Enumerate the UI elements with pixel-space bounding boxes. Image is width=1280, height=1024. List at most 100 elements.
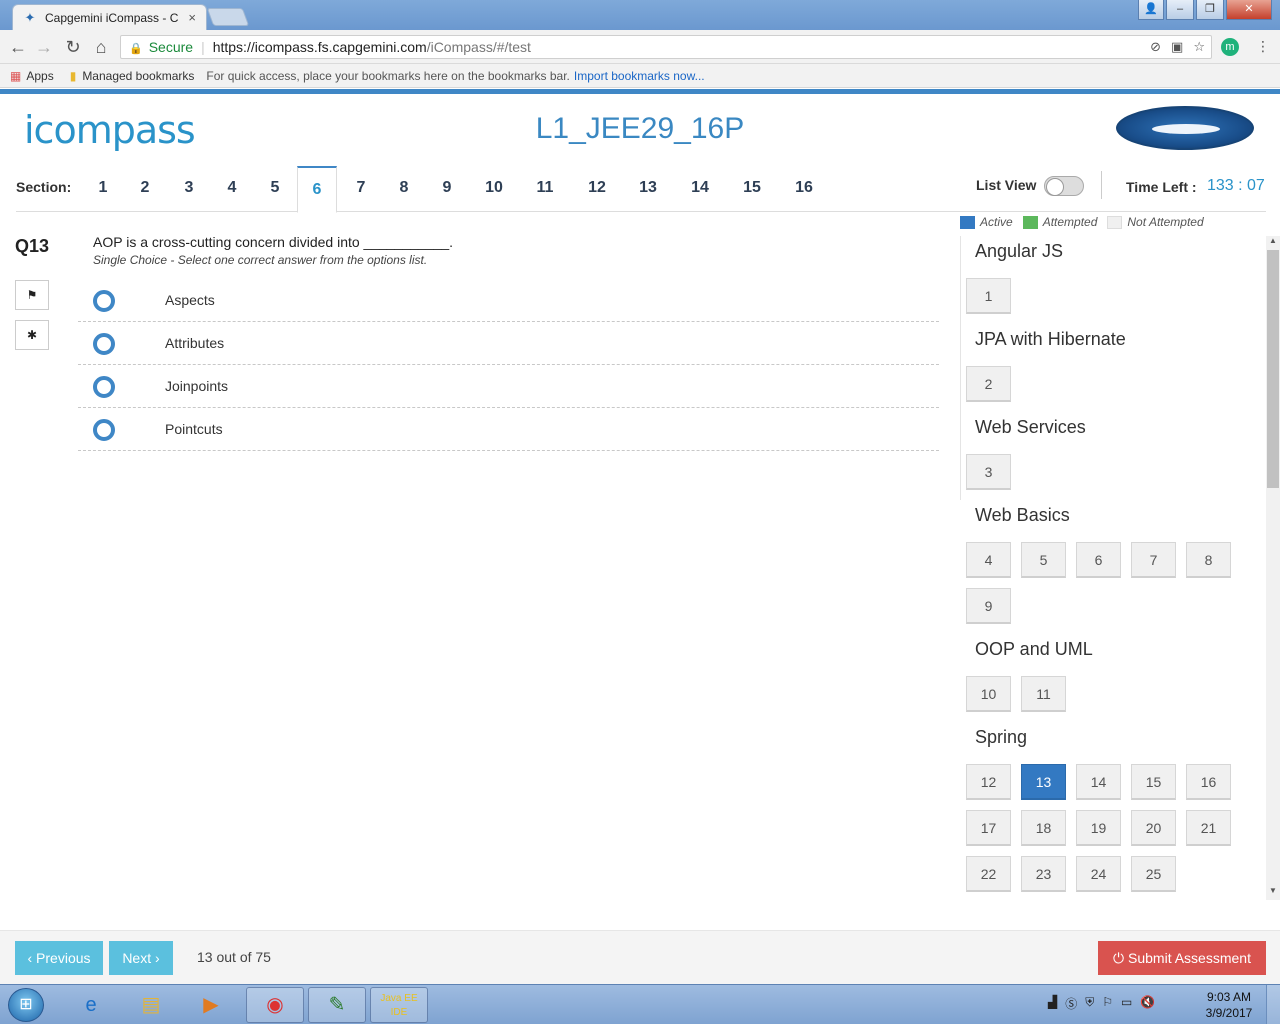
minimize-button[interactable]: – xyxy=(1166,0,1194,20)
home-icon[interactable]: ⌂ xyxy=(91,36,111,58)
previous-button[interactable]: ‹ Previous xyxy=(15,941,103,975)
question-nav-17[interactable]: 17 xyxy=(966,810,1011,846)
section-tab-13[interactable]: 13 xyxy=(628,166,668,212)
blocked-content-icon[interactable]: ▣ xyxy=(1171,36,1183,58)
apps-grid-icon[interactable]: ▦ xyxy=(10,69,21,83)
next-button[interactable]: Next › xyxy=(109,941,173,975)
question-nav-18[interactable]: 18 xyxy=(1021,810,1066,846)
section-tab-11[interactable]: 11 xyxy=(525,166,565,212)
internet-explorer-icon[interactable]: e xyxy=(62,987,120,1023)
question-nav-7[interactable]: 7 xyxy=(1131,542,1176,578)
bookmark-managed[interactable]: Managed bookmarks xyxy=(82,69,194,83)
notepad-plus-icon[interactable]: ✎ xyxy=(308,987,366,1023)
section-tab-8[interactable]: 8 xyxy=(389,166,419,212)
blocked-popup-icon[interactable]: ⊘ xyxy=(1150,36,1161,58)
flag-question-button[interactable]: ⚑ xyxy=(15,280,49,310)
section-tab-5[interactable]: 5 xyxy=(260,166,290,212)
browser-tab-active[interactable]: ✦ Capgemini iCompass - C × xyxy=(12,4,207,30)
scroll-up-arrow-icon[interactable]: ▲ xyxy=(1266,236,1280,248)
system-tray: ▟ Ⓢ ⛨ ⚐ ▭ 🔇 xyxy=(1048,995,1155,1012)
java-ee-ide-icon[interactable]: Java EE IDE xyxy=(370,987,428,1023)
section-tab-3[interactable]: 3 xyxy=(174,166,204,212)
question-nav-23[interactable]: 23 xyxy=(1021,856,1066,892)
question-nav-10[interactable]: 10 xyxy=(966,676,1011,712)
section-tab-6[interactable]: 6 xyxy=(297,166,337,213)
question-nav-1[interactable]: 1 xyxy=(966,278,1011,314)
profile-icon[interactable]: 👤 xyxy=(1138,0,1164,20)
section-tab-4[interactable]: 4 xyxy=(217,166,247,212)
kebab-menu-icon[interactable]: ⋮ xyxy=(1256,38,1270,55)
question-nav-12[interactable]: 12 xyxy=(966,764,1011,800)
question-nav-3[interactable]: 3 xyxy=(966,454,1011,490)
tab-close-icon[interactable]: × xyxy=(188,10,196,25)
address-bar[interactable]: 🔒 Secure | https://icompass.fs.capgemini.co… xyxy=(120,35,1212,59)
question-nav-8[interactable]: 8 xyxy=(1186,542,1231,578)
section-tab-10[interactable]: 10 xyxy=(474,166,514,212)
option-row[interactable]: Pointcuts xyxy=(78,408,939,451)
network-tray-icon[interactable]: ▟ xyxy=(1048,995,1057,1012)
section-tab-15[interactable]: 15 xyxy=(732,166,772,212)
section-tab-2[interactable]: 2 xyxy=(130,166,160,212)
media-player-icon[interactable]: ▶ xyxy=(182,987,240,1023)
security-tray-icon[interactable]: ⛨ xyxy=(1085,995,1094,1012)
omnibox-actions: ⊘ ▣ ☆ xyxy=(1150,36,1205,58)
question-nav-20[interactable]: 20 xyxy=(1131,810,1176,846)
option-radio[interactable] xyxy=(93,290,115,312)
close-window-button[interactable]: ✕ xyxy=(1226,0,1272,20)
section-tab-7[interactable]: 7 xyxy=(346,166,376,212)
section-tab-1[interactable]: 1 xyxy=(88,166,118,212)
section-tab-9[interactable]: 9 xyxy=(432,166,462,212)
url-path: /iCompass/#/test xyxy=(426,39,531,55)
skype-tray-icon[interactable]: Ⓢ xyxy=(1065,995,1077,1012)
question-nav-6[interactable]: 6 xyxy=(1076,542,1121,578)
section-tab-16[interactable]: 16 xyxy=(784,166,824,212)
power-icon: ⏻ xyxy=(1113,950,1129,966)
bookmark-star-icon[interactable]: ☆ xyxy=(1193,36,1205,58)
show-desktop-button[interactable] xyxy=(1266,985,1280,1024)
submit-assessment-button[interactable]: ⏻ Submit Assessment xyxy=(1098,941,1266,975)
option-row[interactable]: Attributes xyxy=(78,322,939,365)
question-nav-14[interactable]: 14 xyxy=(1076,764,1121,800)
option-row[interactable]: Aspects xyxy=(78,279,939,322)
extension-icon[interactable]: m xyxy=(1221,38,1239,56)
volume-muted-icon[interactable]: 🔇 xyxy=(1140,995,1155,1012)
file-explorer-icon[interactable]: ▤ xyxy=(122,987,180,1023)
reload-icon[interactable]: ↻ xyxy=(63,36,83,58)
maximize-button[interactable]: ❐ xyxy=(1196,0,1224,20)
start-button[interactable]: ⊞ xyxy=(8,988,44,1022)
question-nav-24[interactable]: 24 xyxy=(1076,856,1121,892)
list-view-toggle[interactable] xyxy=(1044,176,1084,196)
question-nav-15[interactable]: 15 xyxy=(1131,764,1176,800)
back-arrow-icon[interactable]: ← xyxy=(8,36,28,58)
question-nav-11[interactable]: 11 xyxy=(1021,676,1066,712)
flag-tray-icon[interactable]: ⚐ xyxy=(1102,995,1113,1012)
import-bookmarks-link[interactable]: Import bookmarks now... xyxy=(574,69,705,83)
option-radio[interactable] xyxy=(93,419,115,441)
scroll-down-arrow-icon[interactable]: ▼ xyxy=(1266,886,1280,898)
question-nav-19[interactable]: 19 xyxy=(1076,810,1121,846)
time-left-value: 133 : 07 xyxy=(1207,177,1265,194)
section-tab-14[interactable]: 14 xyxy=(680,166,720,212)
question-nav-4[interactable]: 4 xyxy=(966,542,1011,578)
display-tray-icon[interactable]: ▭ xyxy=(1121,995,1132,1012)
question-nav-16[interactable]: 16 xyxy=(1186,764,1231,800)
section-tab-12[interactable]: 12 xyxy=(577,166,617,212)
question-nav-22[interactable]: 22 xyxy=(966,856,1011,892)
report-bug-button[interactable]: ✱ xyxy=(15,320,49,350)
question-nav-13[interactable]: 13 xyxy=(1021,764,1066,800)
question-nav-21[interactable]: 21 xyxy=(1186,810,1231,846)
chrome-icon[interactable]: ◉ xyxy=(246,987,304,1023)
question-nav-9[interactable]: 9 xyxy=(966,588,1011,624)
new-tab-button[interactable] xyxy=(206,8,250,26)
question-nav-25[interactable]: 25 xyxy=(1131,856,1176,892)
question-grid: 45678 9 xyxy=(960,542,1250,634)
forward-arrow-icon[interactable]: → xyxy=(34,36,54,58)
question-nav-2[interactable]: 2 xyxy=(966,366,1011,402)
bookmark-apps[interactable]: Apps xyxy=(26,69,53,83)
option-radio[interactable] xyxy=(93,333,115,355)
navigator-scroll-thumb[interactable] xyxy=(1267,250,1279,488)
question-nav-5[interactable]: 5 xyxy=(1021,542,1066,578)
system-clock[interactable]: 9:03 AM 3/9/2017 xyxy=(1200,989,1258,1021)
option-radio[interactable] xyxy=(93,376,115,398)
option-row[interactable]: Joinpoints xyxy=(78,365,939,408)
